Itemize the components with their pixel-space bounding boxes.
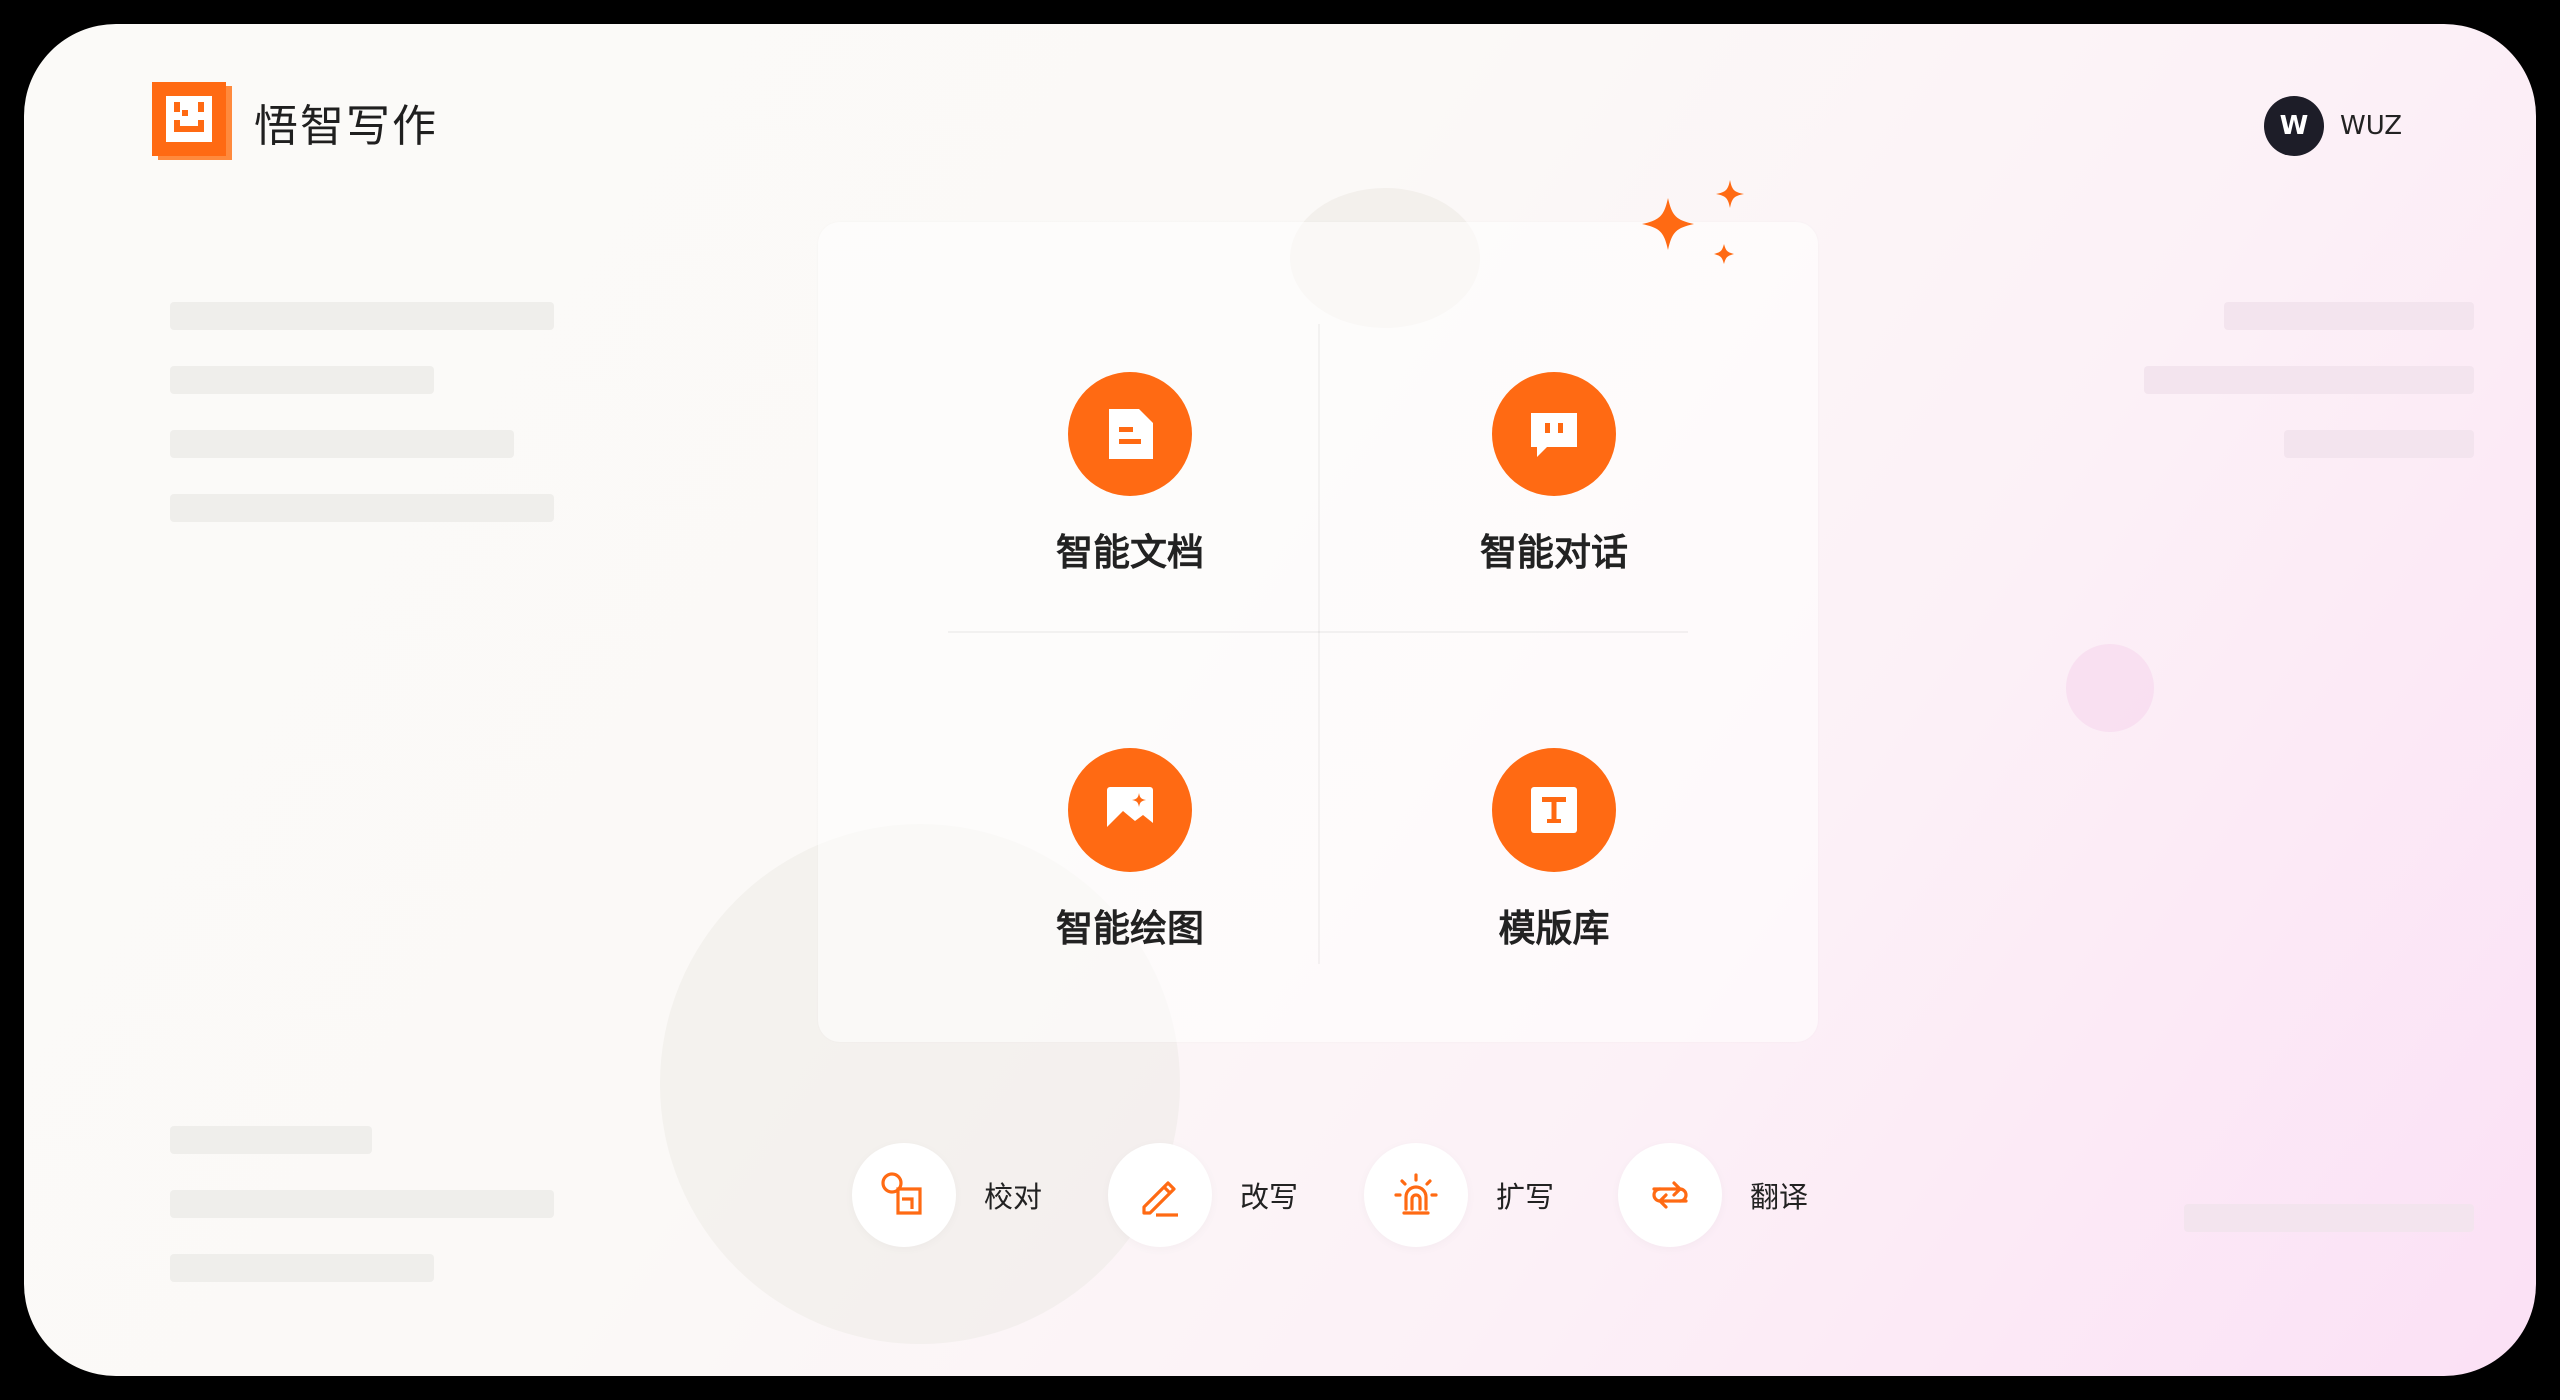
feature-label: 智能文档 bbox=[1056, 531, 1204, 574]
tool-label: 校对 bbox=[984, 1180, 1043, 1214]
skeleton-bar bbox=[2224, 302, 2474, 330]
tool-label: 改写 bbox=[1240, 1180, 1299, 1214]
tool-label: 扩写 bbox=[1496, 1180, 1555, 1214]
sparkle-icon bbox=[1642, 180, 1744, 264]
user-menu[interactable]: W WUZ bbox=[2264, 96, 2402, 156]
tool-proofread[interactable]: 校对 bbox=[852, 1140, 1042, 1250]
skeleton-bar bbox=[170, 1126, 372, 1154]
text-template-icon bbox=[1492, 748, 1616, 872]
feature-template-library[interactable]: 模版库 bbox=[1404, 748, 1704, 968]
chat-icon bbox=[1492, 372, 1616, 496]
proofread-icon bbox=[852, 1143, 956, 1247]
brand-name: 悟智写作 bbox=[254, 101, 438, 152]
tool-rewrite[interactable]: 改写 bbox=[1108, 1140, 1298, 1250]
smiley-box-logo bbox=[152, 82, 234, 162]
feature-smart-chat[interactable]: 智能对话 bbox=[1404, 372, 1704, 592]
skeleton-bar bbox=[170, 1190, 554, 1218]
feature-smart-drawing[interactable]: 智能绘图 bbox=[980, 748, 1280, 968]
skeleton-bar bbox=[170, 302, 554, 330]
skeleton-bar bbox=[170, 366, 434, 394]
skeleton-bar bbox=[170, 430, 514, 458]
translate-icon bbox=[1618, 1143, 1722, 1247]
divider bbox=[1318, 324, 1320, 964]
feature-label: 智能绘图 bbox=[1056, 907, 1204, 950]
brand[interactable]: 悟智写作 bbox=[152, 82, 438, 162]
expand-icon bbox=[1364, 1143, 1468, 1247]
skeleton-bar bbox=[2284, 430, 2474, 458]
tool-label: 翻译 bbox=[1750, 1180, 1809, 1214]
skeleton-bar bbox=[170, 494, 554, 522]
divider bbox=[948, 631, 1688, 633]
skeleton-bar bbox=[2184, 1204, 2474, 1232]
feature-smart-document[interactable]: 智能文档 bbox=[980, 372, 1280, 592]
skeleton-bar bbox=[2144, 366, 2474, 394]
feature-label: 智能对话 bbox=[1480, 531, 1628, 574]
username: WUZ bbox=[2340, 111, 2403, 141]
document-icon bbox=[1068, 372, 1192, 496]
skeleton-bar bbox=[170, 1254, 434, 1282]
tool-translate[interactable]: 翻译 bbox=[1618, 1140, 1808, 1250]
avatar[interactable]: W bbox=[2264, 96, 2324, 156]
background-blob bbox=[2066, 644, 2154, 732]
tool-expand[interactable]: 扩写 bbox=[1364, 1140, 1554, 1250]
feature-label: 模版库 bbox=[1498, 907, 1610, 950]
pen-icon bbox=[1108, 1143, 1212, 1247]
image-icon bbox=[1068, 748, 1192, 872]
